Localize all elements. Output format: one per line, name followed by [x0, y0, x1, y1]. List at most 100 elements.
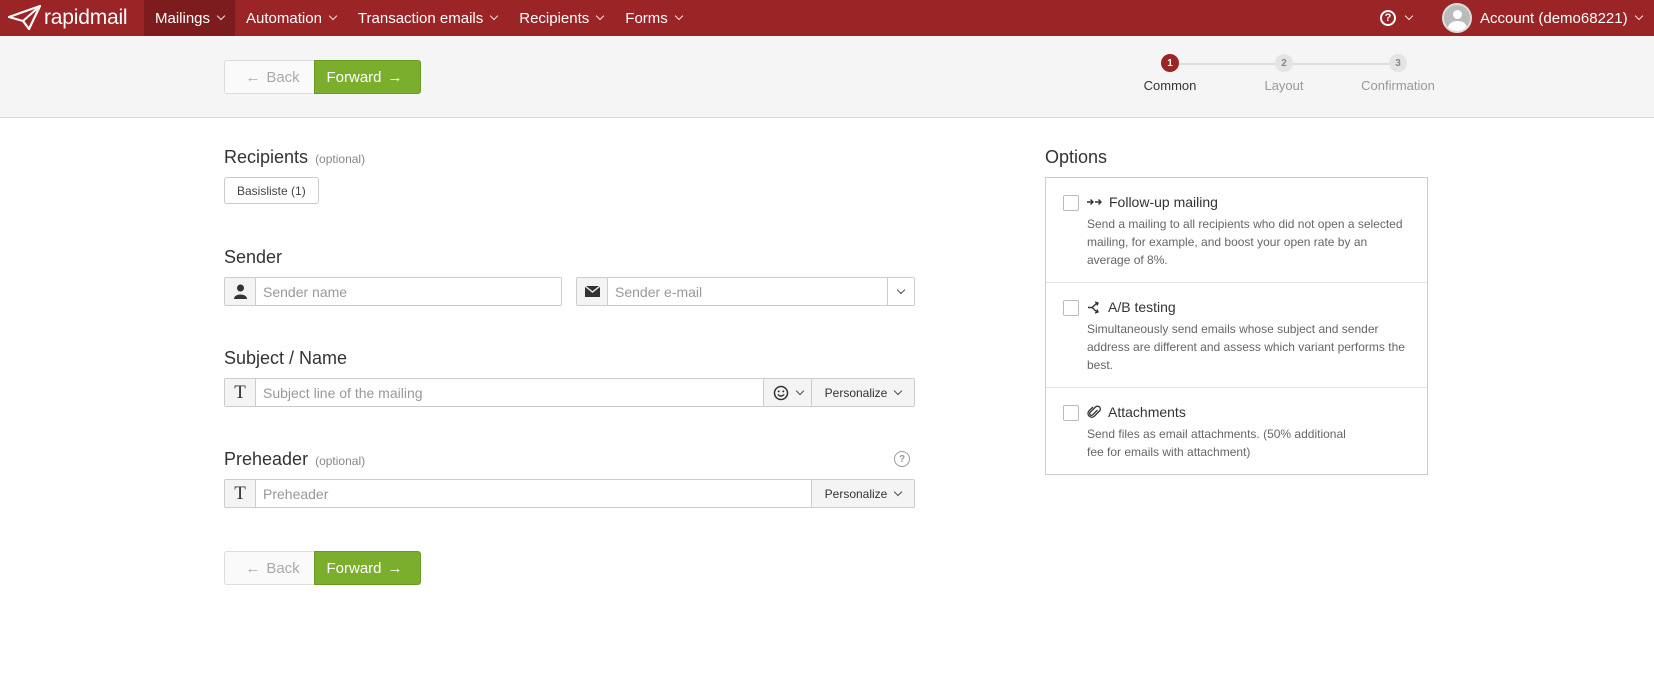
subject-heading: Subject / Name	[224, 348, 348, 368]
text-format-icon: T	[225, 379, 256, 406]
wizard-header: ← Back Forward → 1 Common 2 Layout 3 Confi…	[0, 36, 1654, 118]
bottom-nav-buttons: ← Back Forward →	[224, 551, 421, 585]
forward-button-label: Forward	[326, 68, 382, 86]
option-title-text: Attachments	[1108, 404, 1186, 420]
forward-button-label: Forward	[326, 559, 382, 577]
step-layout[interactable]: 2 Layout	[1234, 54, 1334, 93]
option-title-text: Follow-up mailing	[1109, 194, 1218, 210]
option-follow-up: Follow-up mailing Send a mailing to all …	[1046, 178, 1427, 282]
step-label: Layout	[1264, 78, 1304, 93]
main-nav: Mailings Automation Transaction emails R…	[144, 0, 693, 36]
option-description: Send a mailing to all recipients who did…	[1087, 217, 1403, 267]
back-button-label: Back	[266, 559, 300, 577]
option-description: Simultaneously send emails whose subject…	[1087, 322, 1405, 372]
follow-up-arrows-icon	[1087, 199, 1102, 205]
chevron-down-icon	[216, 11, 226, 21]
options-heading: Options	[1045, 147, 1108, 167]
paper-plane-icon	[8, 4, 42, 31]
preheader-input[interactable]	[256, 480, 811, 507]
text-format-icon: T	[225, 480, 256, 507]
sender-heading: Sender	[224, 247, 283, 267]
option-title: A/B testing	[1087, 299, 1176, 315]
recipients-heading: Recipients (optional)	[224, 147, 365, 168]
chevron-down-icon	[674, 11, 684, 21]
help-menu[interactable]: ?	[1380, 0, 1414, 36]
subject-input[interactable]	[256, 379, 763, 406]
step-label: Common	[1143, 78, 1197, 93]
chevron-down-icon	[896, 285, 906, 294]
sender-name-input[interactable]	[256, 278, 561, 305]
chevron-down-icon	[490, 11, 499, 21]
sender-name-group	[224, 277, 562, 306]
optional-label: (optional)	[315, 454, 366, 468]
paperclip-icon	[1087, 405, 1101, 418]
attachments-checkbox[interactable]	[1063, 405, 1079, 421]
recipients-title: Recipients	[224, 147, 309, 167]
forward-button[interactable]: Forward →	[314, 60, 421, 94]
step-label: Confirmation	[1361, 78, 1435, 93]
avatar	[1442, 3, 1472, 33]
arrow-left-icon: ←	[245, 559, 261, 577]
step-number: 2	[1275, 54, 1293, 72]
brand-logo[interactable]: rapidmail	[8, 3, 128, 33]
preheader-group: T Personalize	[224, 479, 915, 508]
envelope-icon	[577, 278, 608, 305]
nav-forms[interactable]: Forms	[614, 0, 693, 36]
top-nav-buttons: ← Back Forward →	[224, 60, 421, 94]
preheader-heading: Preheader (optional)	[224, 449, 365, 470]
recipient-list-button[interactable]: Basisliste (1)	[224, 177, 319, 204]
nav-recipients[interactable]: Recipients	[508, 0, 614, 36]
smiley-icon	[773, 385, 788, 400]
ab-testing-checkbox[interactable]	[1063, 300, 1079, 316]
sender-email-input[interactable]	[608, 278, 887, 305]
top-navbar: rapidmail Mailings Automation Transactio…	[0, 0, 1654, 36]
personalize-label: Personalize	[824, 385, 888, 400]
question-circle-icon[interactable]: ?	[894, 451, 910, 467]
back-button[interactable]: ← Back	[224, 60, 314, 94]
option-title: Attachments	[1087, 404, 1186, 420]
option-title-text: A/B testing	[1108, 299, 1176, 315]
nav-automation[interactable]: Automation	[235, 0, 347, 36]
option-ab-testing: A/B testing Simultaneously send emails w…	[1046, 283, 1427, 387]
preheader-personalize-button[interactable]: Personalize	[811, 480, 914, 507]
preheader-title: Preheader	[224, 449, 309, 469]
nav-transaction-emails[interactable]: Transaction emails	[347, 0, 508, 36]
brand-name: rapidmail	[44, 6, 128, 29]
arrow-right-icon: →	[387, 559, 403, 577]
help-icon: ?	[1380, 10, 1396, 26]
account-menu[interactable]: Account (demo68221)	[1442, 0, 1643, 36]
chevron-down-icon	[1634, 11, 1643, 21]
wizard-steps: 1 Common 2 Layout 3 Confirmation	[1120, 54, 1440, 114]
split-icon	[1088, 300, 1099, 314]
nav-mailings-label: Mailings	[155, 9, 211, 27]
sender-email-dropdown[interactable]	[887, 278, 914, 305]
back-button-bottom[interactable]: ← Back	[224, 551, 314, 585]
nav-transaction-emails-label: Transaction emails	[357, 9, 484, 27]
account-label: Account (demo68221)	[1480, 9, 1628, 27]
step-common[interactable]: 1 Common	[1120, 54, 1220, 93]
subject-personalize-button[interactable]: Personalize	[811, 379, 914, 406]
personalize-label: Personalize	[824, 486, 888, 501]
chevron-down-icon	[596, 11, 605, 21]
step-confirmation[interactable]: 3 Confirmation	[1348, 54, 1448, 93]
nav-automation-label: Automation	[246, 9, 322, 27]
chevron-down-icon	[894, 487, 903, 496]
nav-mailings[interactable]: Mailings	[144, 0, 236, 36]
chevron-down-icon	[795, 386, 804, 395]
emoji-picker-button[interactable]	[763, 379, 811, 406]
sender-email-group	[576, 277, 915, 306]
option-description: Send files as email attachments. (50% ad…	[1087, 427, 1346, 459]
forward-button-bottom[interactable]: Forward →	[314, 551, 421, 585]
step-number: 1	[1161, 54, 1179, 72]
chevron-down-icon	[1404, 11, 1414, 21]
arrow-right-icon: →	[387, 68, 403, 86]
step-number: 3	[1389, 54, 1407, 72]
option-attachments: Attachments Send files as email attachme…	[1046, 388, 1427, 474]
option-title: Follow-up mailing	[1087, 194, 1218, 210]
arrow-left-icon: ←	[245, 68, 261, 86]
follow-up-checkbox[interactable]	[1063, 195, 1079, 211]
back-button-label: Back	[266, 68, 300, 86]
user-icon	[225, 278, 256, 305]
nav-recipients-label: Recipients	[519, 9, 590, 27]
chevron-down-icon	[328, 11, 338, 21]
